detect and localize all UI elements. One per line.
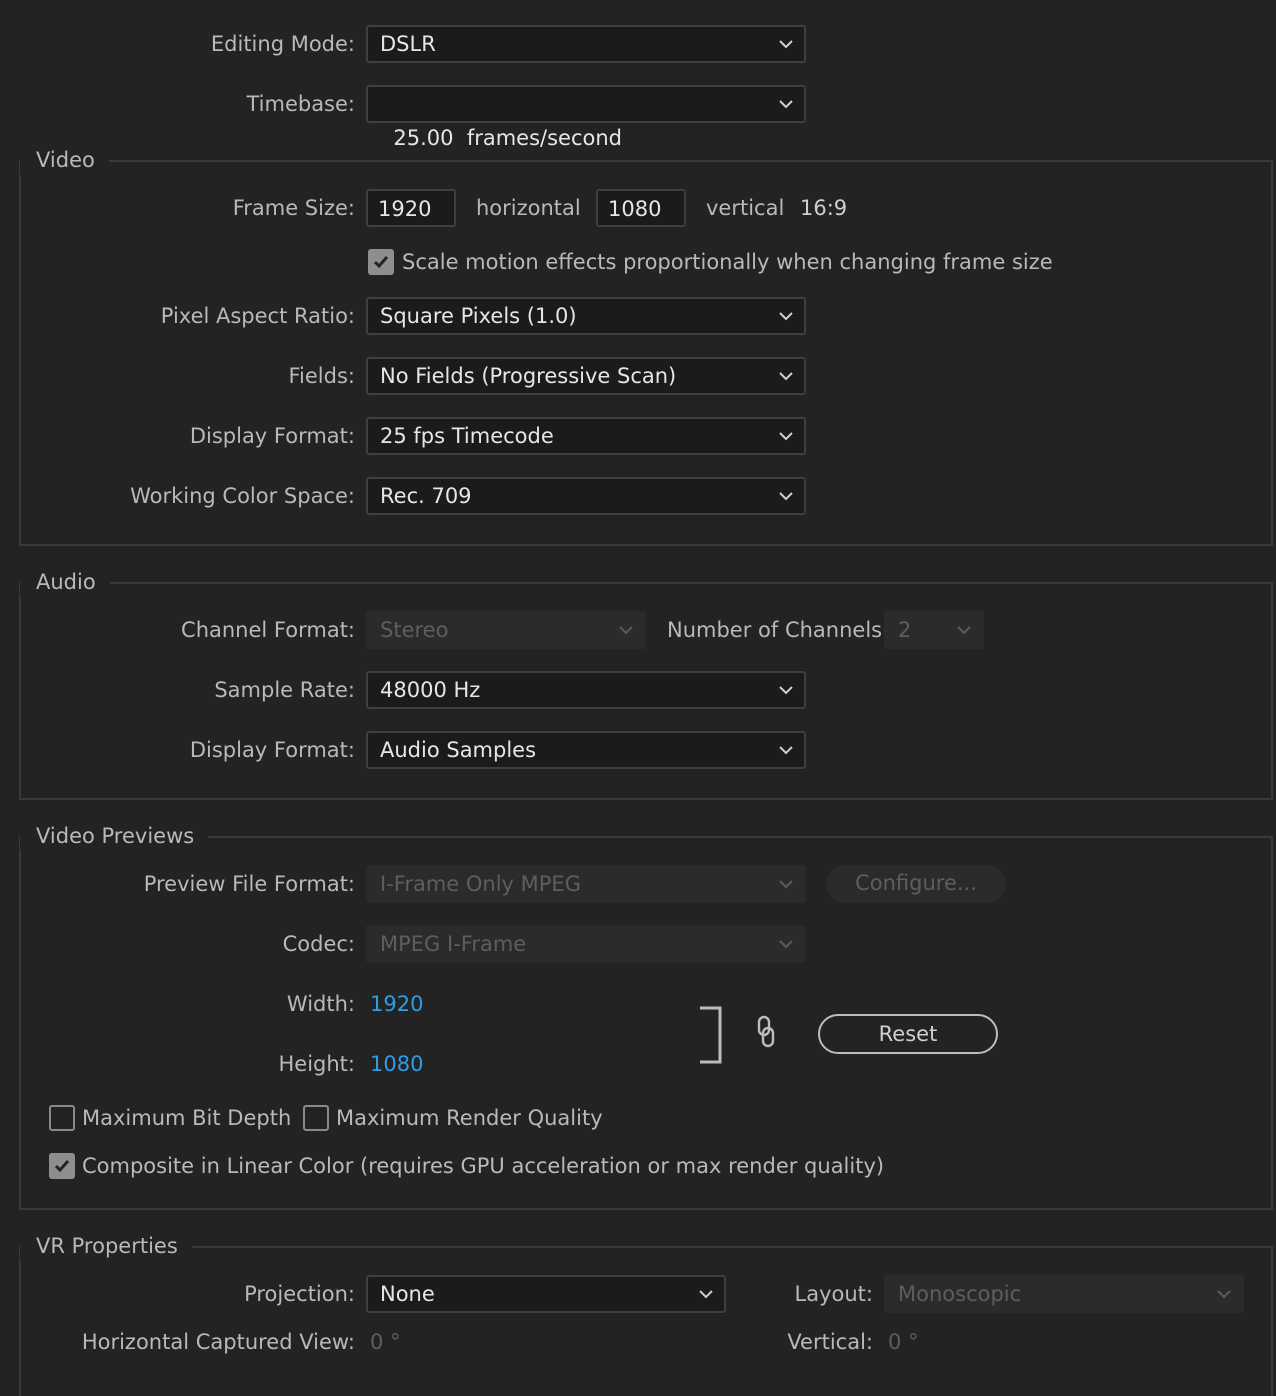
chevron-down-icon (779, 372, 793, 381)
fields-value: No Fields (Progressive Scan) (380, 364, 677, 388)
frame-width-input[interactable]: 1920 (366, 189, 456, 227)
frame-height-input[interactable]: 1080 (596, 189, 686, 227)
chevron-down-icon (779, 686, 793, 695)
sample-rate-value: 48000 Hz (380, 678, 481, 702)
number-of-channels-value: 2 (898, 618, 912, 642)
frame-size-label: Frame Size: (232, 196, 355, 220)
horizontal-captured-view-value: 0 ° (370, 1330, 401, 1354)
scale-motion-label: Scale motion effects proportionally when… (402, 250, 1053, 274)
chevron-down-icon (779, 940, 793, 949)
max-render-quality-checkbox[interactable] (303, 1105, 329, 1131)
working-color-space-dropdown[interactable]: Rec. 709 (366, 477, 806, 515)
layout-label: Layout: (794, 1282, 873, 1306)
preview-file-format-dropdown[interactable]: I-Frame Only MPEG (366, 865, 806, 903)
channel-format-dropdown[interactable]: Stereo (366, 611, 646, 649)
fields-label: Fields: (288, 364, 356, 388)
editing-mode-label: Editing Mode: (210, 32, 355, 56)
codec-value: MPEG I-Frame (380, 932, 527, 956)
checkmark-icon (54, 1160, 70, 1173)
preview-height-value[interactable]: 1080 (370, 1049, 423, 1079)
chevron-down-icon (779, 432, 793, 441)
chevron-down-icon (699, 1290, 713, 1299)
configure-button[interactable]: Configure... (826, 865, 1006, 903)
video-display-format-value: 25 fps Timecode (380, 424, 554, 448)
audio-display-format-label: Display Format: (189, 738, 355, 762)
link-bracket-icon (700, 1006, 722, 1064)
preview-width-value[interactable]: 1920 (370, 989, 423, 1019)
vertical-label: vertical (706, 196, 785, 220)
chevron-down-icon (779, 746, 793, 755)
projection-dropdown[interactable]: None (366, 1275, 726, 1313)
reset-button[interactable]: Reset (818, 1014, 998, 1054)
preview-file-format-value: I-Frame Only MPEG (380, 872, 581, 896)
chevron-down-icon (957, 626, 971, 635)
timebase-dropdown[interactable]: 25.00 frames/second (366, 85, 806, 150)
editing-mode-value: DSLR (380, 32, 436, 56)
composite-linear-checkbox[interactable] (49, 1153, 75, 1179)
channel-format-label: Channel Format: (181, 618, 355, 642)
preview-width-label: Width: (286, 992, 355, 1016)
number-of-channels-dropdown[interactable]: 2 (884, 611, 984, 649)
sample-rate-label: Sample Rate: (214, 678, 355, 702)
chevron-down-icon (779, 492, 793, 501)
number-of-channels-label: Number of Channels: (667, 618, 890, 642)
vertical-view-value: 0 ° (888, 1330, 919, 1354)
vr-properties-group-title: VR Properties (20, 1231, 192, 1261)
chain-link-icon[interactable] (754, 1014, 778, 1050)
horizontal-captured-view-label: Horizontal Captured View: (81, 1330, 355, 1354)
vertical-view-label: Vertical: (787, 1330, 873, 1354)
checkmark-icon (373, 256, 389, 269)
chevron-down-icon (779, 312, 793, 321)
aspect-ratio-text: 16:9 (800, 196, 848, 220)
timebase-label: Timebase: (246, 92, 355, 116)
composite-linear-label: Composite in Linear Color (requires GPU … (82, 1154, 885, 1178)
chevron-down-icon (619, 626, 633, 635)
projection-value: None (380, 1282, 435, 1306)
channel-format-value: Stereo (380, 618, 449, 642)
codec-label: Codec: (282, 932, 355, 956)
projection-label: Projection: (244, 1282, 355, 1306)
codec-dropdown[interactable]: MPEG I-Frame (366, 925, 806, 963)
chevron-down-icon (779, 100, 793, 109)
audio-group-title: Audio (20, 567, 110, 597)
layout-dropdown[interactable]: Monoscopic (884, 1275, 1244, 1313)
vr-properties-group (19, 1246, 1273, 1396)
video-display-format-label: Display Format: (189, 424, 355, 448)
timebase-value: 25.00 frames/second (393, 126, 623, 150)
chevron-down-icon (779, 40, 793, 49)
working-color-space-value: Rec. 709 (380, 484, 472, 508)
preview-file-format-label: Preview File Format: (143, 872, 355, 896)
max-bit-depth-label: Maximum Bit Depth (82, 1106, 292, 1130)
max-bit-depth-checkbox[interactable] (49, 1105, 75, 1131)
editing-mode-dropdown[interactable]: DSLR (366, 25, 806, 63)
chevron-down-icon (1217, 1290, 1231, 1299)
audio-display-format-dropdown[interactable]: Audio Samples (366, 731, 806, 769)
scale-motion-checkbox[interactable] (368, 249, 394, 275)
video-display-format-dropdown[interactable]: 25 fps Timecode (366, 417, 806, 455)
video-previews-group-title: Video Previews (20, 821, 209, 851)
preview-height-label: Height: (278, 1052, 356, 1076)
horizontal-label: horizontal (476, 196, 581, 220)
sample-rate-dropdown[interactable]: 48000 Hz (366, 671, 806, 709)
pixel-aspect-ratio-value: Square Pixels (1.0) (380, 304, 577, 328)
fields-dropdown[interactable]: No Fields (Progressive Scan) (366, 357, 806, 395)
layout-value: Monoscopic (898, 1282, 1022, 1306)
video-group-title: Video (20, 145, 109, 175)
audio-display-format-value: Audio Samples (380, 738, 537, 762)
pixel-aspect-ratio-label: Pixel Aspect Ratio: (160, 304, 355, 328)
chevron-down-icon (779, 880, 793, 889)
working-color-space-label: Working Color Space: (130, 484, 355, 508)
max-render-quality-label: Maximum Render Quality (336, 1106, 603, 1130)
pixel-aspect-ratio-dropdown[interactable]: Square Pixels (1.0) (366, 297, 806, 335)
